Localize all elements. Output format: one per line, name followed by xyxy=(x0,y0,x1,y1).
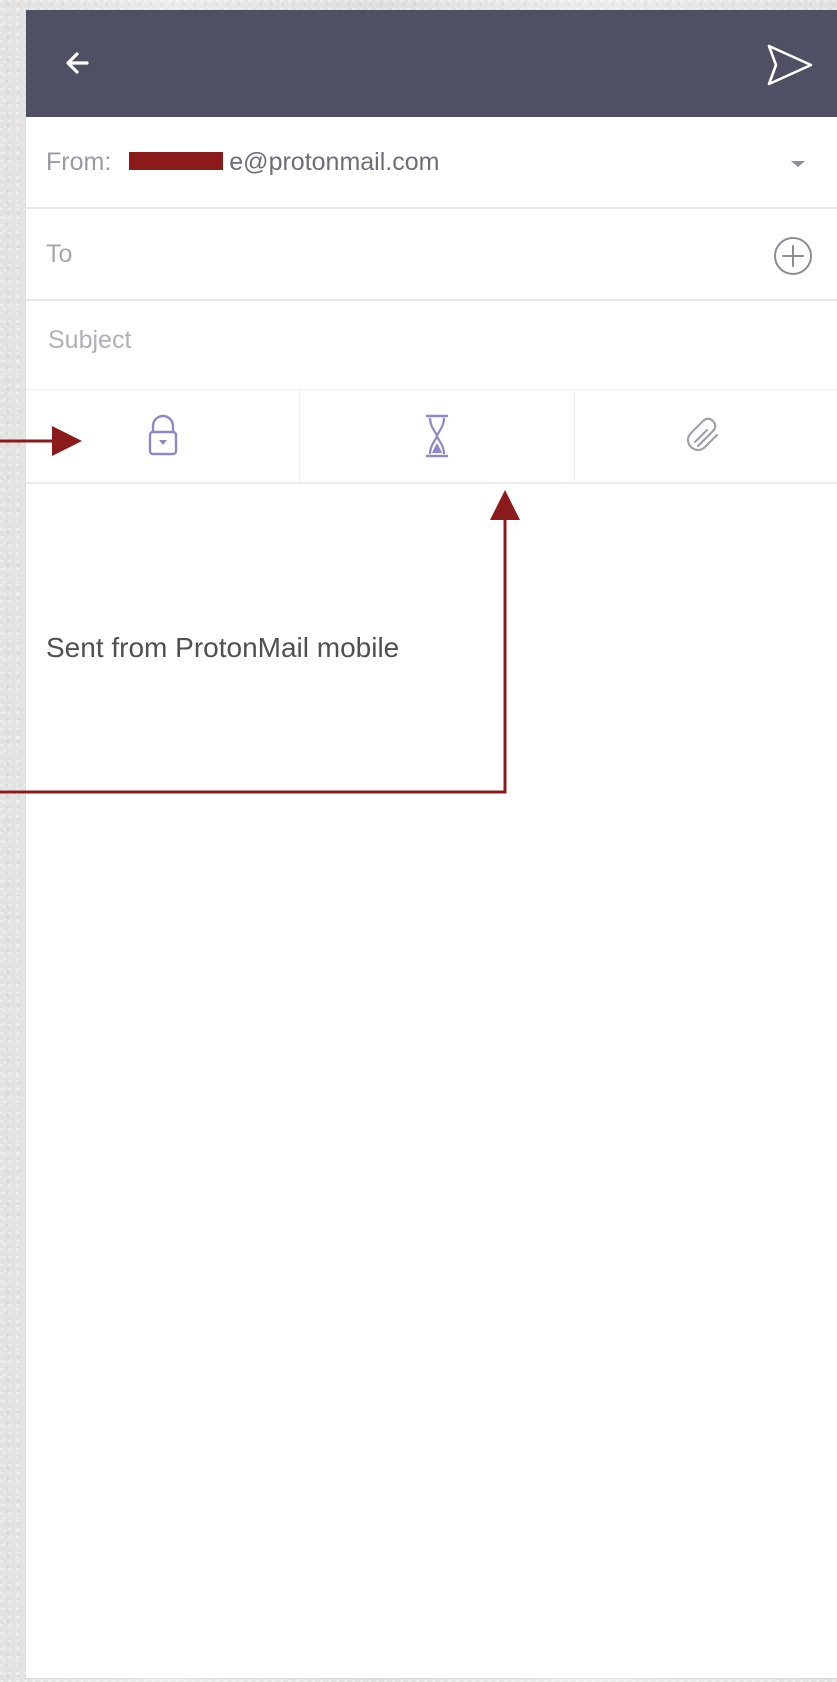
attachment-button[interactable] xyxy=(575,390,837,482)
to-field[interactable]: To xyxy=(46,209,72,299)
compose-actions xyxy=(26,389,837,484)
signature-text: Sent from ProtonMail mobile xyxy=(46,632,400,663)
lock-icon xyxy=(148,414,177,456)
send-icon xyxy=(767,44,813,86)
encryption-button[interactable] xyxy=(26,390,300,482)
message-body[interactable]: Sent from ProtonMail mobile xyxy=(26,484,837,1678)
plus-circle-icon[interactable] xyxy=(769,232,817,280)
chevron-down-icon[interactable] xyxy=(786,156,810,172)
app-bar xyxy=(26,10,837,117)
from-row[interactable]: From: e@protonmail.com xyxy=(26,117,837,209)
from-field[interactable]: From: e@protonmail.com xyxy=(46,117,439,207)
expiration-button[interactable] xyxy=(300,390,575,482)
send-button[interactable] xyxy=(762,36,820,94)
paperclip-icon xyxy=(686,417,719,452)
from-address: e@protonmail.com xyxy=(229,147,440,176)
redaction-bar xyxy=(129,152,224,170)
subject-row[interactable] xyxy=(26,301,837,389)
compose-screen: From: e@protonmail.com To Subject Sent f… xyxy=(26,10,837,1678)
to-label: To xyxy=(46,239,73,268)
back-button[interactable] xyxy=(54,38,104,88)
from-label: From: xyxy=(46,147,112,176)
hourglass-icon xyxy=(425,414,449,458)
to-row[interactable]: To xyxy=(26,209,837,301)
back-arrow-icon xyxy=(66,52,89,74)
subject-input[interactable] xyxy=(46,319,810,361)
